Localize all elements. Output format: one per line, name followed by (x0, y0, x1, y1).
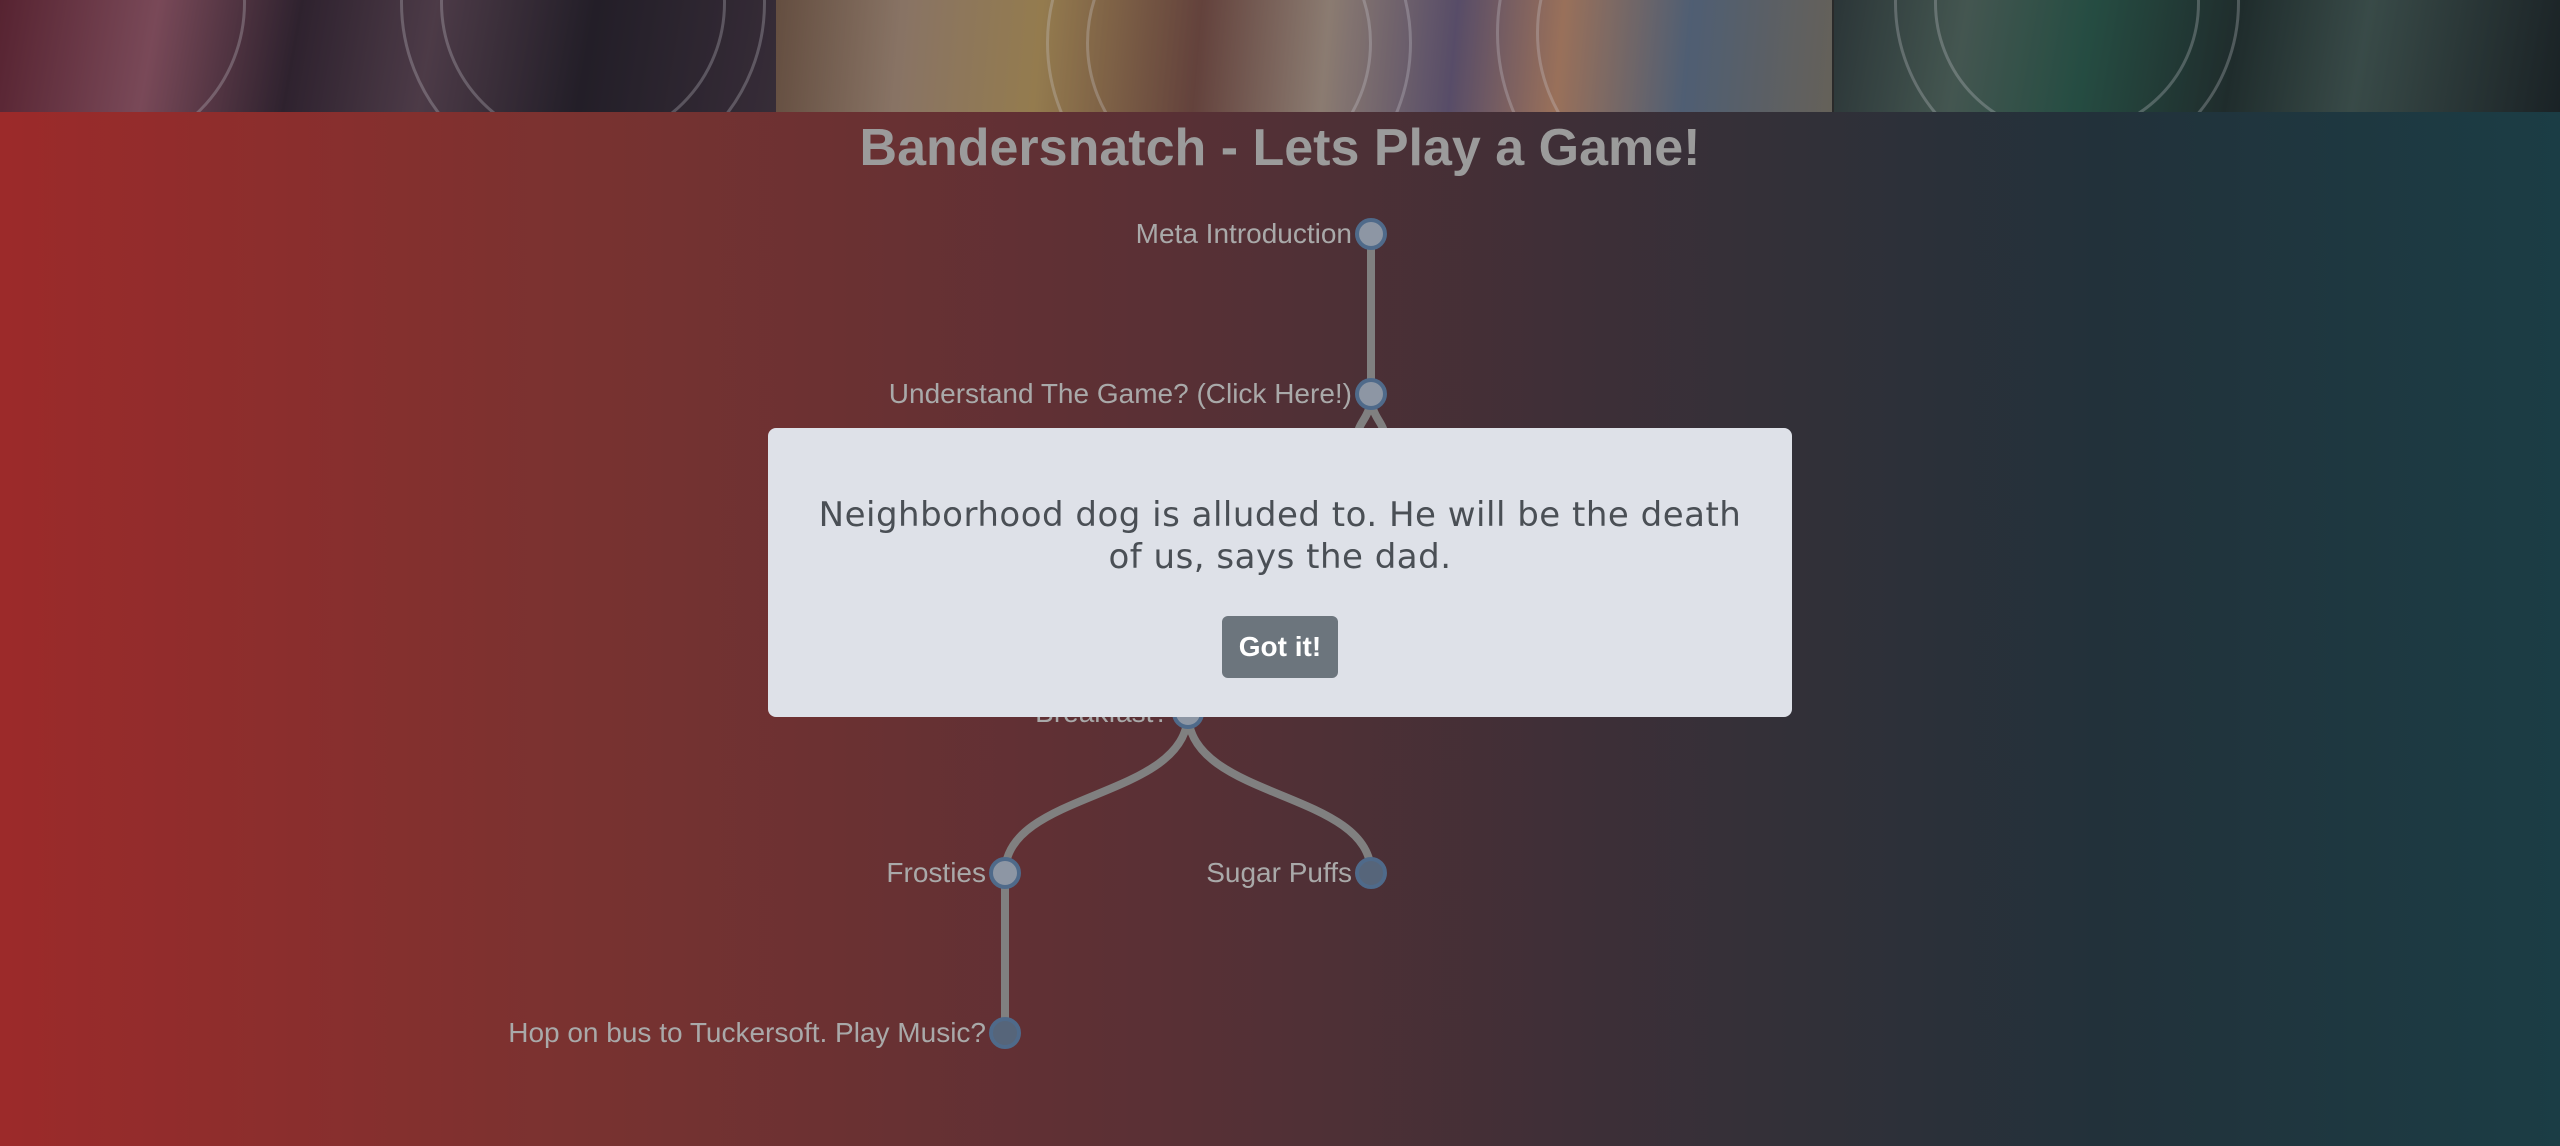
modal-message: Neighborhood dog is alluded to. He will … (818, 495, 1742, 577)
app-page: Bandersnatch - Lets Play a Game! Meta In… (0, 0, 2560, 1146)
info-modal: Neighborhood dog is alluded to. He will … (768, 428, 1792, 717)
got-it-button[interactable]: Got it! (1222, 616, 1338, 678)
